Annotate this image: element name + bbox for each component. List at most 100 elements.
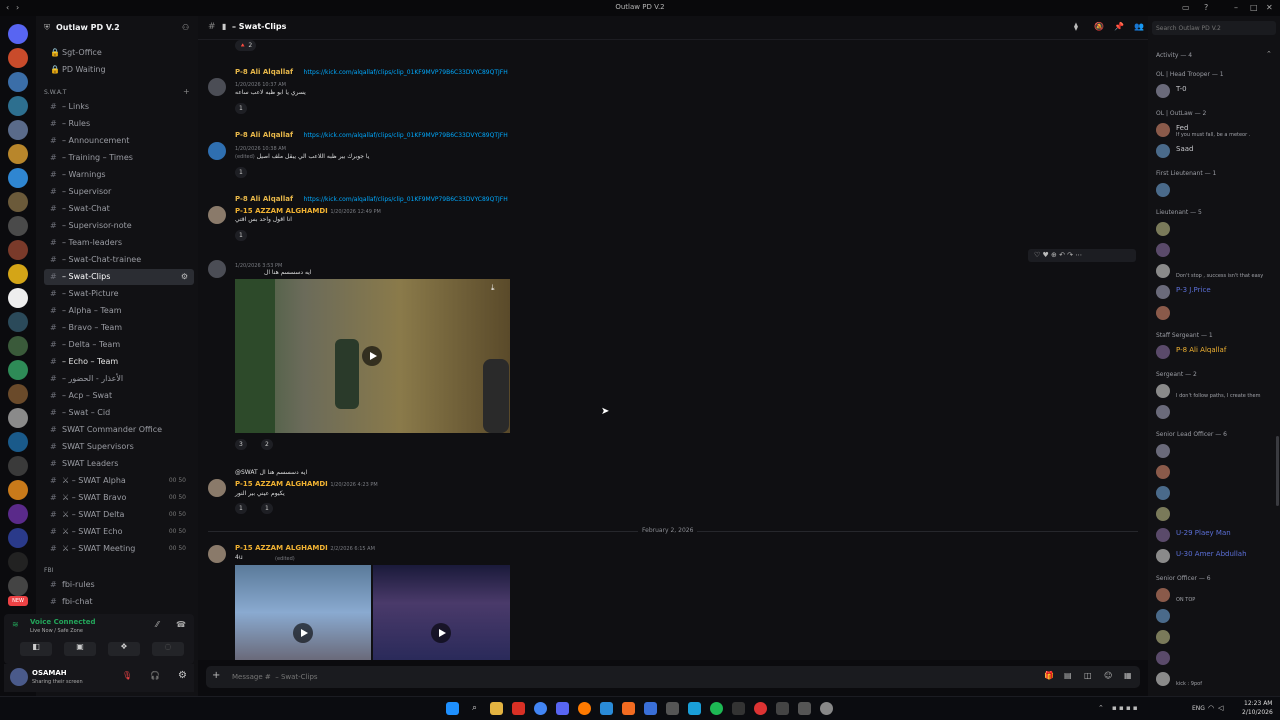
app-icon[interactable] bbox=[776, 702, 789, 715]
reply-link[interactable]: https://kick.com/alqallaf/clips/clip_01K… bbox=[304, 69, 508, 76]
avatar[interactable] bbox=[208, 78, 226, 96]
disconnect-icon[interactable]: ☎ bbox=[176, 620, 186, 629]
channel-settings-icon[interactable]: ⚙ bbox=[181, 269, 188, 285]
server-icon[interactable] bbox=[8, 576, 28, 596]
gift-icon[interactable]: 🎁 bbox=[1044, 671, 1054, 680]
member-item[interactable] bbox=[1154, 182, 1278, 200]
reaction[interactable]: 1 bbox=[261, 503, 273, 514]
play-icon[interactable] bbox=[362, 346, 382, 366]
server-icon[interactable] bbox=[8, 288, 28, 308]
member-item[interactable]: T-0 bbox=[1154, 83, 1278, 101]
server-icon[interactable] bbox=[8, 96, 28, 116]
channel-item[interactable]: # – Swat-Clips ⚙ bbox=[44, 269, 194, 285]
pin-icon[interactable]: 📌 bbox=[1114, 22, 1124, 31]
message-input[interactable] bbox=[230, 669, 990, 685]
channel-item[interactable]: # fbi-chat bbox=[44, 594, 194, 610]
server-icon[interactable] bbox=[8, 144, 28, 164]
member-item[interactable]: ON TOP bbox=[1154, 587, 1278, 605]
apps-icon[interactable]: ▦ bbox=[1124, 671, 1132, 680]
avatar[interactable] bbox=[208, 479, 226, 497]
noise-suppression-icon[interactable]: ⁄⁄ bbox=[156, 620, 159, 629]
reply-preview[interactable]: @SWAT ايه دسسسم هنا ال bbox=[235, 467, 307, 476]
channel-item[interactable]: # – Alpha – Team bbox=[44, 303, 194, 319]
member-item[interactable]: Don't stop , success isn't that easy bbox=[1154, 263, 1278, 281]
help-icon[interactable]: ? bbox=[1204, 3, 1208, 12]
member-item[interactable]: Fed If you must fall, be a meteor . bbox=[1154, 122, 1278, 140]
channel-item[interactable]: # – Swat – Cid bbox=[44, 405, 194, 421]
server-icon[interactable] bbox=[8, 216, 28, 236]
voice-location[interactable]: Live Now / Safe Zone bbox=[30, 628, 83, 634]
server-icon[interactable] bbox=[8, 504, 28, 524]
channel-item[interactable]: # ⚔ – SWAT Bravo 00 50 bbox=[44, 490, 194, 506]
channel-item[interactable]: # – Bravo – Team bbox=[44, 320, 194, 336]
inbox-icon[interactable]: ▭ bbox=[1182, 3, 1190, 12]
app-icon[interactable] bbox=[666, 702, 679, 715]
reaction[interactable]: 🔺 2 bbox=[235, 40, 257, 51]
channel-item[interactable]: # – Announcement bbox=[44, 133, 194, 149]
clock-date[interactable]: 2/10/2026 bbox=[1242, 709, 1273, 716]
app-icon[interactable] bbox=[754, 702, 767, 715]
notification-bell-icon[interactable]: 🔕 bbox=[1094, 22, 1104, 31]
channel-item[interactable]: # ⚔ – SWAT Delta 00 50 bbox=[44, 507, 194, 523]
member-item[interactable] bbox=[1154, 608, 1278, 626]
chrome-icon[interactable] bbox=[534, 702, 547, 715]
server-icon[interactable] bbox=[8, 264, 28, 284]
server-icon[interactable] bbox=[8, 360, 28, 380]
activity-header[interactable]: Activity — 4 bbox=[1156, 52, 1192, 59]
video-attachment[interactable] bbox=[373, 565, 510, 660]
minimize-icon[interactable]: – bbox=[1234, 3, 1238, 12]
spotify-icon[interactable] bbox=[710, 702, 723, 715]
reply-preview[interactable]: P-8 Ali Alqallaf https://kick.com/alqall… bbox=[235, 67, 508, 76]
search-input[interactable] bbox=[1152, 21, 1276, 35]
scrollbar[interactable] bbox=[1276, 436, 1279, 506]
clock-time[interactable]: 12:23 AM bbox=[1244, 700, 1272, 707]
member-item[interactable] bbox=[1154, 650, 1278, 668]
settings-gear-icon[interactable]: ⚙ bbox=[178, 670, 187, 681]
reaction[interactable]: 1 bbox=[235, 230, 247, 241]
download-icon[interactable]: ⤓ bbox=[491, 283, 495, 293]
app-icon[interactable] bbox=[622, 702, 635, 715]
wifi-icon[interactable]: ◠ bbox=[1208, 704, 1214, 712]
channel-item[interactable]: # – Training – Times bbox=[44, 150, 194, 166]
file-explorer-icon[interactable] bbox=[490, 702, 503, 715]
tray-chevron-icon[interactable]: ⌃ bbox=[1098, 704, 1104, 712]
channel-item[interactable]: # – Links bbox=[44, 99, 194, 115]
member-item[interactable]: P-8 Ali Alqallaf bbox=[1154, 344, 1278, 362]
reaction[interactable]: 1 bbox=[235, 167, 247, 178]
server-icon[interactable] bbox=[8, 312, 28, 332]
emoji-icon[interactable]: ☺ bbox=[1104, 671, 1112, 680]
member-item[interactable]: kick : 9pof bbox=[1154, 671, 1278, 689]
volume-icon[interactable]: ◁ bbox=[1218, 704, 1223, 712]
server-icon[interactable] bbox=[8, 336, 28, 356]
member-item[interactable] bbox=[1154, 242, 1278, 260]
reaction[interactable]: 1 bbox=[235, 103, 247, 114]
member-item[interactable]: P-3 J.Price bbox=[1154, 284, 1278, 302]
play-icon[interactable] bbox=[431, 623, 451, 643]
forward-icon[interactable]: › bbox=[16, 3, 19, 12]
maximize-icon[interactable]: □ bbox=[1250, 3, 1258, 12]
member-item[interactable]: U-30 Amer Abdullah bbox=[1154, 548, 1278, 566]
add-channel-icon[interactable]: + bbox=[183, 87, 190, 96]
member-item[interactable] bbox=[1154, 629, 1278, 647]
member-item[interactable] bbox=[1154, 404, 1278, 422]
channel-item[interactable]: # – Swat-Picture bbox=[44, 286, 194, 302]
member-item[interactable] bbox=[1154, 443, 1278, 461]
channel-item[interactable]: # – Echo – Team bbox=[44, 354, 194, 370]
server-icon[interactable] bbox=[8, 48, 28, 68]
server-icon[interactable] bbox=[8, 384, 28, 404]
app-icon[interactable] bbox=[512, 702, 525, 715]
member-item[interactable]: Saad bbox=[1154, 143, 1278, 161]
server-icon[interactable] bbox=[8, 168, 28, 188]
server-icon[interactable] bbox=[8, 24, 28, 44]
reply-link[interactable]: https://kick.com/alqallaf/clips/clip_01K… bbox=[304, 132, 508, 139]
channel-item[interactable]: 🔒 PD Waiting bbox=[44, 62, 194, 78]
member-item[interactable] bbox=[1154, 305, 1278, 323]
app-icon[interactable] bbox=[688, 702, 701, 715]
server-icon[interactable] bbox=[8, 240, 28, 260]
channel-item[interactable]: # – Warnings bbox=[44, 167, 194, 183]
search-icon[interactable]: ⌕ bbox=[468, 702, 481, 715]
activities-button[interactable]: ❖ bbox=[108, 642, 140, 656]
discord-icon[interactable] bbox=[556, 702, 569, 715]
camera-button[interactable]: ◧ bbox=[20, 642, 52, 656]
channel-item[interactable]: # – Acp – Swat bbox=[44, 388, 194, 404]
